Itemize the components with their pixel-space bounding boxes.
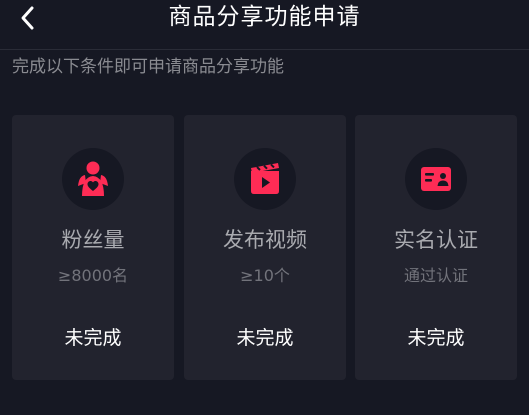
fans-icon (78, 161, 108, 196)
instructions-text: 完成以下条件即可申请商品分享功能 (12, 57, 284, 77)
condition-status: 未完成 (236, 327, 294, 349)
condition-label: 实名认证 (394, 228, 478, 252)
icon-badge (62, 148, 124, 210)
condition-status: 未完成 (407, 327, 465, 349)
condition-requirement: 通过认证 (403, 266, 468, 285)
nav-bar: 商品分享功能申请 (0, 0, 529, 36)
condition-status: 未完成 (64, 327, 122, 349)
conditions-list: 粉丝量 ≥8000名 未完成 发布视频 ≥10个 未完成 实名认证 通过认证 未… (12, 115, 517, 380)
condition-label: 粉丝量 (61, 228, 125, 252)
id-card-icon (421, 167, 451, 191)
header-divider (0, 49, 529, 50)
condition-card-videos: 发布视频 ≥10个 未完成 (184, 115, 346, 380)
condition-label: 发布视频 (223, 228, 307, 252)
page-title: 商品分享功能申请 (168, 4, 361, 30)
condition-card-fans: 粉丝量 ≥8000名 未完成 (12, 115, 174, 380)
condition-requirement: ≥10个 (240, 266, 290, 285)
video-clapper-icon (251, 163, 279, 194)
icon-badge (405, 148, 467, 210)
condition-requirement: ≥8000名 (57, 266, 129, 285)
icon-badge (234, 148, 296, 210)
condition-card-verification: 实名认证 通过认证 未完成 (355, 115, 517, 380)
